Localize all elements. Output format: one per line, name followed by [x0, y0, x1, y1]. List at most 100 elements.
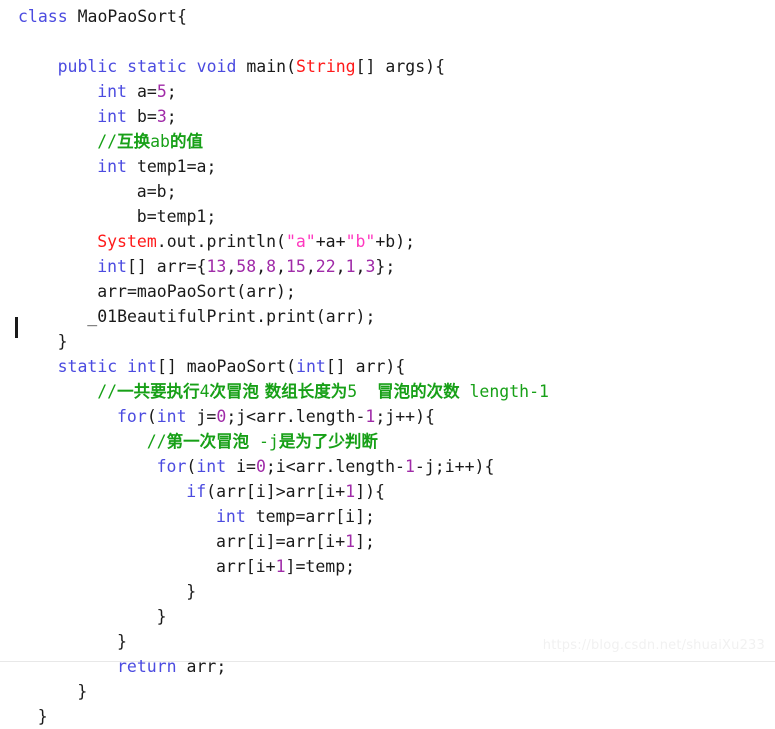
code-token-plain: [] maoPaoSort(: [156, 357, 297, 376]
code-token-kw: return: [117, 657, 187, 676]
code-token-num: 0: [255, 457, 266, 476]
code-token-cmt: length-1: [459, 382, 549, 401]
code-token-plain: _01BeautifulPrint.print(arr);: [87, 307, 376, 326]
code-token-kw: int: [97, 157, 137, 176]
code-token-cmt: //: [97, 382, 118, 401]
code-token-plain: ,: [305, 257, 316, 276]
code-token-plain: ,: [256, 257, 267, 276]
code-token-plain: ,: [226, 257, 237, 276]
code-token-num: 1: [404, 457, 415, 476]
code-line: }: [0, 704, 775, 729]
code-token-plain: temp1=a;: [136, 157, 217, 176]
code-line: int temp1=a;: [0, 154, 775, 179]
code-token-cmt: 5: [347, 382, 358, 401]
code-token-kw: int: [196, 457, 237, 476]
code-token-type: System: [97, 232, 157, 251]
code-token-plain: }: [186, 582, 197, 601]
code-line: return arr;: [0, 654, 775, 679]
code-line: static int[] maoPaoSort(int[] arr){: [0, 354, 775, 379]
code-token-plain: ;j++){: [375, 407, 435, 426]
code-token-num: 13: [206, 257, 227, 276]
code-token-num: 0: [216, 407, 227, 426]
code-token-plain: arr[i]=arr[i+: [216, 532, 346, 551]
code-line-list: class MaoPaoSort{ public static void mai…: [0, 4, 775, 729]
code-token-cmt: 一共要执行: [117, 382, 200, 401]
code-line: for(int i=0;i<arr.length-1-j;i++){: [0, 454, 775, 479]
code-token-plain: (arr[i]>arr[i+: [206, 482, 346, 501]
code-token-num: 58: [236, 257, 257, 276]
code-line: class MaoPaoSort{: [0, 4, 775, 29]
code-token-plain: a=: [136, 82, 157, 101]
code-token-plain: ,: [355, 257, 366, 276]
code-token-cmt: //: [97, 132, 118, 151]
code-token-num: 1: [345, 482, 356, 501]
code-line: //互换ab的值: [0, 129, 775, 154]
code-token-kw: int: [156, 407, 197, 426]
code-token-num: 15: [285, 257, 306, 276]
code-token-cmt: ab: [150, 132, 170, 151]
code-line: if(arr[i]>arr[i+1]){: [0, 479, 775, 504]
code-token-plain: j=: [196, 407, 217, 426]
code-line: arr=maoPaoSort(arr);: [0, 279, 775, 304]
code-token-plain: (: [186, 457, 197, 476]
code-token-plain: a=b;: [136, 182, 177, 201]
code-token-kw: int: [97, 107, 137, 126]
code-token-plain: +a+: [315, 232, 346, 251]
code-token-cmt: 冒泡的次数: [377, 382, 460, 401]
code-token-cmt: 次冒泡 数组长度为: [209, 382, 348, 401]
code-token-type: String: [296, 57, 356, 76]
code-token-plain: MaoPaoSort{: [77, 7, 187, 26]
code-token-plain: ;i<arr.length-: [265, 457, 405, 476]
code-line: _01BeautifulPrint.print(arr);: [0, 304, 775, 329]
code-line: }: [0, 679, 775, 704]
code-token-cmt: -j: [249, 432, 279, 451]
code-token-plain: }: [77, 682, 88, 701]
code-token-num: 8: [266, 257, 277, 276]
code-token-kw: for: [117, 407, 147, 426]
code-token-num: 1: [345, 257, 356, 276]
code-token-cmt: 的值: [169, 132, 203, 151]
text-caret: [15, 317, 18, 338]
code-token-plain: }: [117, 632, 127, 651]
code-token-num: 5: [156, 82, 167, 101]
code-token-num: 1: [345, 532, 356, 551]
code-token-plain: .out.println(: [156, 232, 286, 251]
code-token-plain: b=temp1;: [136, 207, 217, 226]
code-line: b=temp1;: [0, 204, 775, 229]
code-token-plain: arr;: [186, 657, 227, 676]
code-token-plain: arr=maoPaoSort(arr);: [97, 282, 296, 301]
code-editor-surface[interactable]: class MaoPaoSort{ public static void mai…: [0, 0, 775, 726]
code-token-num: 3: [365, 257, 376, 276]
code-token-num: 1: [275, 557, 286, 576]
code-token-plain: ,: [276, 257, 286, 276]
code-token-plain: b=: [136, 107, 157, 126]
code-token-plain: [] arr){: [325, 357, 406, 376]
code-token-plain: main(: [246, 57, 297, 76]
code-token-plain: +b);: [375, 232, 416, 251]
code-token-kw: static int: [57, 357, 157, 376]
code-token-cmt: //: [146, 432, 167, 451]
code-token-plain: }: [57, 332, 68, 351]
code-token-plain: (: [146, 407, 157, 426]
code-token-kw: int: [216, 507, 256, 526]
code-token-kw: if: [186, 482, 207, 501]
code-line: }: [0, 579, 775, 604]
code-token-str: "b": [345, 232, 376, 251]
code-line: int b=3;: [0, 104, 775, 129]
code-line: for(int j=0;j<arr.length-1;j++){: [0, 404, 775, 429]
code-token-cmt: 4: [199, 382, 210, 401]
watermark-url: https://blog.csdn.net/shuaiXu233: [542, 638, 765, 653]
code-token-plain: ]=temp;: [285, 557, 356, 576]
code-token-kw: for: [156, 457, 187, 476]
code-token-cmt: 是为了少判断: [278, 432, 378, 451]
code-token-plain: ,: [335, 257, 346, 276]
code-token-cmt: [357, 382, 377, 401]
code-line: public static void main(String[] args){: [0, 54, 775, 79]
code-token-num: 3: [156, 107, 167, 126]
code-token-plain: ]){: [355, 482, 385, 501]
code-token-plain: arr[i+: [216, 557, 276, 576]
code-line: int[] arr={13,58,8,15,22,1,3};: [0, 254, 775, 279]
code-token-kw: public static void: [57, 57, 247, 76]
code-line: //一共要执行4次冒泡 数组长度为5 冒泡的次数 length-1: [0, 379, 775, 404]
